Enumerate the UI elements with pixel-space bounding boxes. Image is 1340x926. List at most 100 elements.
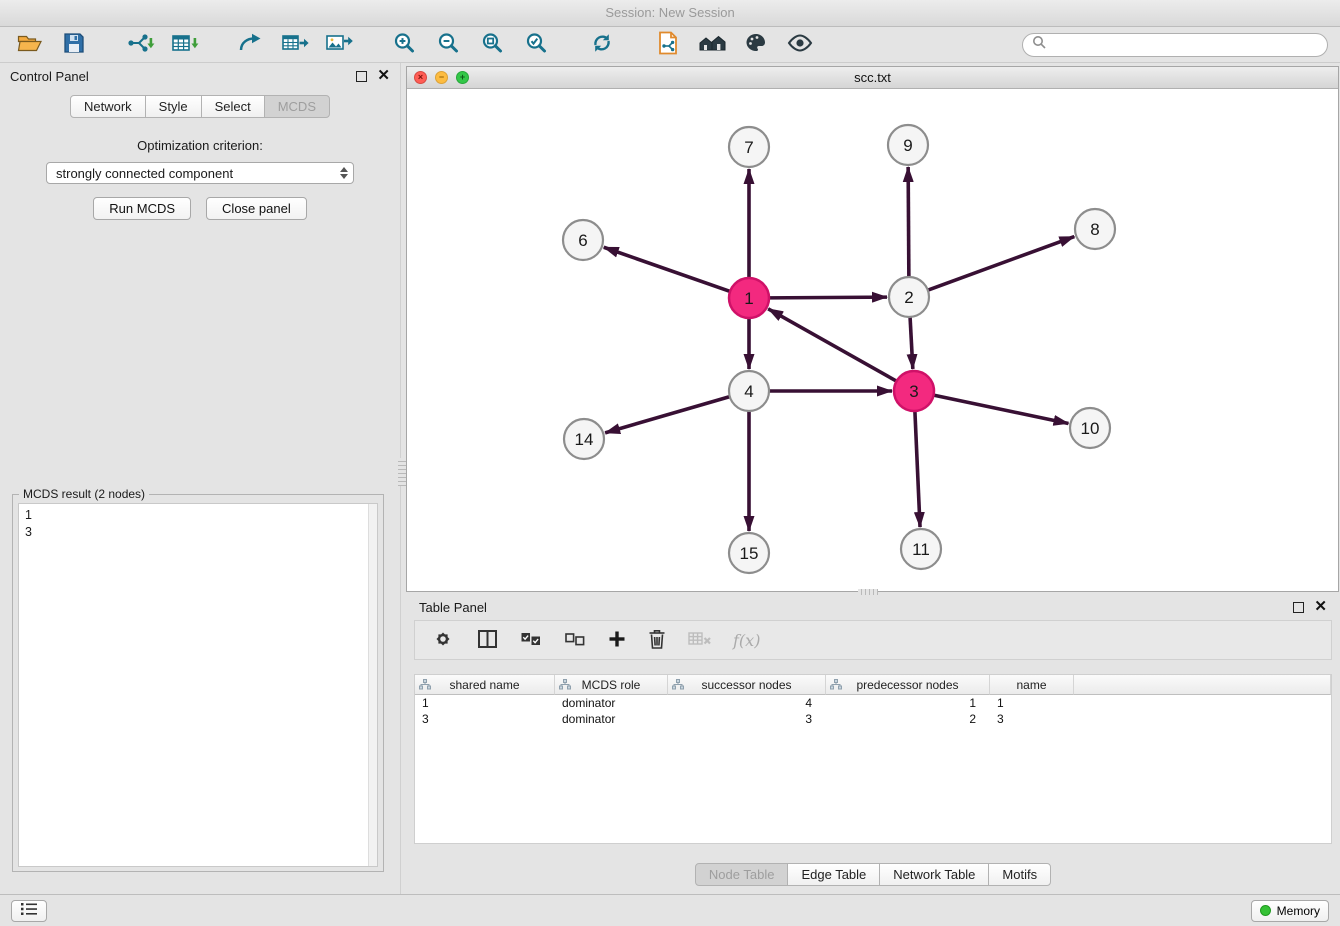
table-cell[interactable]: 1 xyxy=(826,695,990,711)
show-hide-button[interactable] xyxy=(782,30,818,60)
edge-3-10[interactable] xyxy=(934,395,1069,423)
node-2[interactable]: 2 xyxy=(889,277,929,317)
export-image-button[interactable] xyxy=(320,30,356,60)
column-header-shared-name[interactable]: shared name xyxy=(415,675,555,695)
table-cell[interactable]: 3 xyxy=(415,711,555,727)
column-header-predecessor-nodes[interactable]: predecessor nodes xyxy=(826,675,990,695)
node-10[interactable]: 10 xyxy=(1070,408,1110,448)
delete-table-button[interactable] xyxy=(687,629,713,652)
float-table-panel-button[interactable] xyxy=(1293,602,1304,613)
horizontal-splitter-grip[interactable] xyxy=(858,589,878,595)
table-cell[interactable]: dominator xyxy=(555,711,668,727)
node-6[interactable]: 6 xyxy=(563,220,603,260)
close-panel-button[interactable]: Close panel xyxy=(206,197,307,220)
deselect-all-button[interactable] xyxy=(563,628,587,653)
apply-layout-button[interactable] xyxy=(584,30,620,60)
memory-button[interactable]: Memory xyxy=(1251,900,1329,922)
table-cell[interactable]: dominator xyxy=(555,695,668,711)
minimize-window-button[interactable]: − xyxy=(435,71,448,84)
node-8[interactable]: 8 xyxy=(1075,209,1115,249)
zoom-in-button[interactable] xyxy=(386,30,422,60)
tab-network[interactable]: Network xyxy=(70,95,146,118)
table-row[interactable]: 3dominator323 xyxy=(415,711,1331,727)
select-all-button[interactable] xyxy=(519,628,543,653)
import-table-button[interactable] xyxy=(166,30,202,60)
task-history-button[interactable] xyxy=(11,900,47,922)
edge-2-8[interactable] xyxy=(928,237,1075,291)
export-network-button[interactable] xyxy=(232,30,268,60)
network-graph[interactable]: 7 9 6 8 1 2 4 3 14 10 15 11 xyxy=(407,89,1338,591)
zoom-selected-button[interactable] xyxy=(518,30,554,60)
node-14[interactable]: 14 xyxy=(564,419,604,459)
tab-mcds[interactable]: MCDS xyxy=(264,95,330,118)
control-panel-header: Control Panel ✕ xyxy=(0,63,400,89)
search-box[interactable] xyxy=(1022,33,1328,57)
save-session-button[interactable] xyxy=(56,30,92,60)
table-cell[interactable]: 2 xyxy=(826,711,990,727)
tab-edge-table[interactable]: Edge Table xyxy=(787,863,880,886)
table-cell[interactable]: 3 xyxy=(990,711,1074,727)
table-cell[interactable]: 3 xyxy=(668,711,826,727)
select-all-icon xyxy=(519,628,543,653)
edge-3-11[interactable] xyxy=(915,411,920,527)
network-canvas[interactable]: 7 9 6 8 1 2 4 3 14 10 15 11 xyxy=(407,89,1338,591)
edge-1-6[interactable] xyxy=(604,247,730,291)
node-label: 8 xyxy=(1090,220,1099,239)
export-table-button[interactable] xyxy=(276,30,312,60)
node-11[interactable]: 11 xyxy=(901,529,941,569)
close-window-button[interactable]: × xyxy=(414,71,427,84)
node-3[interactable]: 3 xyxy=(894,371,934,411)
node-1[interactable]: 1 xyxy=(729,278,769,318)
tab-node-table[interactable]: Node Table xyxy=(695,863,789,886)
export-web-button[interactable] xyxy=(650,30,686,60)
search-input[interactable] xyxy=(1052,36,1318,53)
maximize-window-button[interactable]: + xyxy=(456,71,469,84)
vertical-splitter-grip[interactable] xyxy=(398,458,406,486)
close-table-panel-button[interactable]: ✕ xyxy=(1314,601,1327,613)
add-column-button[interactable] xyxy=(607,629,627,652)
node-4[interactable]: 4 xyxy=(729,371,769,411)
show-columns-button[interactable] xyxy=(475,628,499,653)
run-mcds-button[interactable]: Run MCDS xyxy=(93,197,191,220)
close-panel-icon[interactable]: ✕ xyxy=(377,70,390,82)
node-9[interactable]: 9 xyxy=(888,125,928,165)
node-7[interactable]: 7 xyxy=(729,127,769,167)
tab-motifs[interactable]: Motifs xyxy=(988,863,1051,886)
zoom-out-button[interactable] xyxy=(430,30,466,60)
import-network-button[interactable] xyxy=(122,30,158,60)
main-toolbar xyxy=(0,27,1340,63)
node-15[interactable]: 15 xyxy=(729,533,769,573)
float-panel-button[interactable] xyxy=(356,71,367,82)
tab-network-table[interactable]: Network Table xyxy=(879,863,989,886)
dropdown-selected-value: strongly connected component xyxy=(56,166,233,181)
edge-3-1[interactable] xyxy=(768,309,896,381)
column-header-successor-nodes[interactable]: successor nodes xyxy=(668,675,826,695)
home-button[interactable] xyxy=(694,30,730,60)
column-label: MCDS role xyxy=(582,678,641,692)
optimization-criterion-select[interactable]: strongly connected component xyxy=(46,162,354,184)
gear-icon xyxy=(431,627,455,654)
delete-column-button[interactable] xyxy=(647,628,667,653)
node-label: 14 xyxy=(575,430,594,449)
edge-1-2[interactable] xyxy=(769,297,887,298)
open-file-button[interactable] xyxy=(12,30,48,60)
column-header-name[interactable]: name xyxy=(990,675,1074,695)
tab-style[interactable]: Style xyxy=(145,95,202,118)
style-button[interactable] xyxy=(738,30,774,60)
table-cell[interactable]: 1 xyxy=(415,695,555,711)
column-label: predecessor nodes xyxy=(856,678,958,692)
edge-2-3[interactable] xyxy=(910,317,913,369)
edge-2-9[interactable] xyxy=(908,167,909,277)
function-builder-button[interactable]: f(x) xyxy=(733,631,760,650)
tab-select[interactable]: Select xyxy=(201,95,265,118)
result-scrollbar[interactable] xyxy=(368,504,377,866)
table-cell[interactable]: 1 xyxy=(990,695,1074,711)
window-titlebar[interactable]: Session: New Session xyxy=(0,0,1340,27)
table-row[interactable]: 1dominator411 xyxy=(415,695,1331,711)
table-settings-button[interactable] xyxy=(431,627,455,654)
zoom-fit-button[interactable] xyxy=(474,30,510,60)
column-header-mcds-role[interactable]: MCDS role xyxy=(555,675,668,695)
table-cell[interactable]: 4 xyxy=(668,695,826,711)
network-window-titlebar[interactable]: × − + scc.txt xyxy=(407,67,1338,89)
edge-4-14[interactable] xyxy=(605,397,730,433)
